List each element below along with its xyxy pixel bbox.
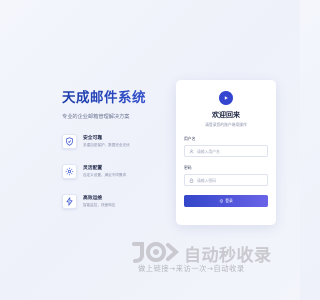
password-field[interactable] <box>184 174 268 186</box>
login-title: 欢迎回来 <box>212 111 240 119</box>
play-logo-icon <box>219 91 233 105</box>
user-icon <box>189 149 194 153</box>
login-icon <box>219 199 223 203</box>
feature-desc: 自定义设置，满足不同需求 <box>83 173 127 177</box>
watermark-logo-icon <box>132 242 180 263</box>
feature-title: 高效运维 <box>83 196 103 201</box>
feature-title: 安全可靠 <box>83 136 103 141</box>
lock-icon <box>189 177 194 183</box>
brand-subtitle: 专业的企业邮箱管理解决方案 <box>62 114 130 120</box>
shield-check-icon <box>62 133 77 149</box>
feature-desc: 多重加密保护，数据安全无忧 <box>83 143 130 147</box>
brand-title: 天成邮件系统 <box>62 86 172 106</box>
login-button[interactable]: 登录 <box>184 195 268 207</box>
login-card: 欢迎回来 请登录您的账户继续操作 用户名 密码 登录 <box>176 80 276 225</box>
lightning-icon <box>62 193 77 209</box>
username-label: 用户名 <box>184 136 196 141</box>
feature-item-config: 灵活配置 自定义设置，满足不同需求 <box>62 160 172 182</box>
feature-list: 安全可靠 多重加密保护，数据安全无忧 灵活配置 自定义设置，满足不同需求 高效运… <box>62 130 172 212</box>
watermark-text: 自动秒收录 <box>184 246 272 266</box>
feature-item-security: 安全可靠 多重加密保护，数据安全无忧 <box>62 130 172 152</box>
feature-desc: 智能监控，快速响应 <box>83 203 116 207</box>
watermark-slogan: 做上链接→来访一次→自动收录 <box>138 264 245 273</box>
login-subtitle: 请登录您的账户继续操作 <box>205 122 247 127</box>
feature-title: 灵活配置 <box>83 166 103 171</box>
brand-panel: 天成邮件系统 专业的企业邮箱管理解决方案 安全可靠 多重加密保护，数据安全无忧 … <box>62 86 172 220</box>
watermark: 自动秒收录 做上链接→来访一次→自动收录 <box>130 240 290 280</box>
login-button-label: 登录 <box>225 198 233 203</box>
password-input[interactable] <box>197 177 267 183</box>
gear-icon <box>62 163 77 179</box>
username-field[interactable] <box>184 145 268 157</box>
username-input[interactable] <box>197 148 267 154</box>
password-label: 密码 <box>184 165 192 170</box>
feature-item-ops: 高效运维 智能监控，快速响应 <box>62 190 172 212</box>
